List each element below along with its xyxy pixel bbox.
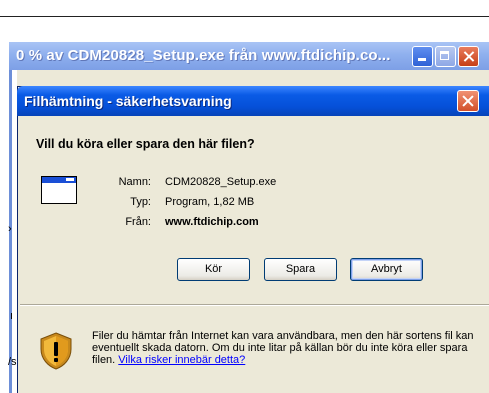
name-label: Namn: (118, 176, 151, 188)
type-label: Typ: (130, 196, 151, 208)
top-divider-line (0, 16, 489, 17)
left-edge-text: /s (8, 356, 17, 368)
run-button[interactable]: Kör (177, 258, 250, 281)
warning-message: Filer du hämtar från Internet kan vara a… (92, 330, 477, 366)
dialog-close-icon[interactable] (457, 90, 479, 112)
dialog-title: Filhämtning - säkerhetsvarning (24, 93, 232, 109)
separator-highlight (20, 305, 489, 306)
left-edge-glyph-2: ı (10, 310, 14, 322)
risks-link[interactable]: Vilka risker innebär detta? (118, 354, 245, 366)
maximize-icon[interactable] (435, 46, 456, 67)
name-value: CDM20828_Setup.exe (165, 176, 277, 188)
left-edge-glyph: › (8, 223, 12, 235)
minimize-icon[interactable] (412, 46, 433, 67)
save-button[interactable]: Spara (264, 258, 337, 281)
type-value: Program, 1,82 MB (165, 196, 255, 208)
from-value: www.ftdichip.com (165, 216, 259, 228)
program-file-icon (41, 176, 77, 204)
shield-warning-icon (38, 331, 74, 376)
dialog-question: Vill du köra eller spara den här filen? (36, 137, 255, 151)
close-icon[interactable] (458, 46, 479, 67)
download-window-title: 0 % av CDM20828_Setup.exe från www.ftdic… (16, 47, 391, 64)
from-label: Från: (125, 216, 151, 228)
cancel-button[interactable]: Avbryt (350, 258, 423, 281)
